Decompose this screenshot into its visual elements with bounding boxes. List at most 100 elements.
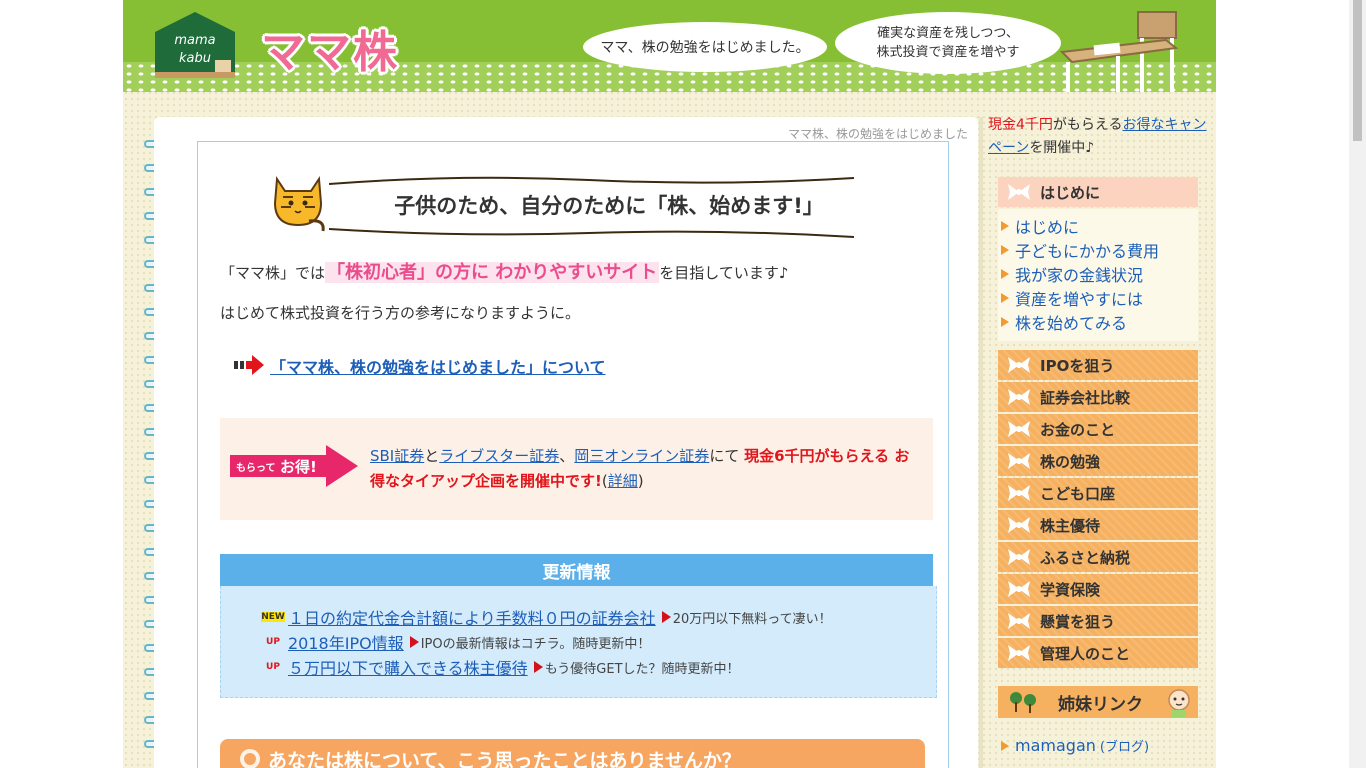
update-note: もう優待GETした？随時更新中！	[544, 661, 740, 677]
sidebar-link-item: 資産を増やすには	[1001, 286, 1143, 310]
category-item-kids-account[interactable]: こども口座	[998, 478, 1198, 508]
sidebar-link[interactable]: はじめに	[1015, 214, 1079, 238]
category-label: ふるさと納税	[1040, 548, 1131, 567]
promo-badge-big: お得!	[280, 458, 317, 476]
hajime-link-list: はじめに 子どもにかかる費用 我が家の金銭状況 資産を増やすには 株を始めてみる	[998, 209, 1198, 341]
orange-triangle-icon	[1001, 740, 1009, 751]
update-link[interactable]: 2018年IPO情報	[288, 630, 404, 654]
intro-line: 「ママ株」では 「株初心者」の方に わかりやすいサイト を目指しています♪	[220, 258, 788, 284]
sbi-link[interactable]: SBI証券	[370, 447, 424, 465]
triangle-icon	[533, 661, 543, 673]
circle-icon	[240, 749, 260, 768]
category-item-furusato[interactable]: ふるさと納税	[998, 542, 1198, 572]
campaign-post: を開催中♪	[1029, 140, 1095, 156]
ribbon-icon	[1008, 581, 1030, 597]
category-label: お金のこと	[1040, 420, 1116, 439]
bubble-2-line2: 株式投資で資産を増やす	[876, 45, 1020, 60]
category-item-brokers[interactable]: 証券会社比較	[998, 382, 1198, 412]
updates-heading: 更新情報	[220, 554, 933, 586]
triangle-icon	[409, 636, 419, 648]
ribbon-icon	[1008, 389, 1030, 405]
updates-list: NEW １日の約定代金合計額により手数料０円の証券会社 20万円以下無料って凄い…	[220, 586, 937, 698]
sidebar-link-item: 我が家の金銭状況	[1001, 262, 1143, 286]
category-item-prizes[interactable]: 懸賞を狙う	[998, 606, 1198, 636]
logo-house-icon[interactable]: mama kabu	[151, 10, 239, 82]
promo-badge: もらって お得!	[230, 445, 358, 487]
ribbon-icon	[1008, 517, 1030, 533]
page-caption: ママ株、株の勉強をはじめました	[787, 127, 968, 141]
site-header: mama kabu ママ株 ママ、株の勉強をはじめました。 確実な資産を残しつつ…	[123, 0, 1216, 92]
category-item-study[interactable]: 株の勉強	[998, 446, 1198, 476]
update-link[interactable]: １日の約定代金合計額により手数料０円の証券会社	[288, 605, 656, 629]
question-heading: あなたは株について、こう思ったことはありませんか？	[220, 739, 925, 768]
about-site-link[interactable]: 「ママ株、株の勉強をはじめました」について	[270, 354, 606, 378]
bubble-2-text: 確実な資産を残しつつ、 株式投資で資産を増やす	[876, 24, 1019, 62]
content-edge	[979, 117, 983, 768]
logo-text-mama: mama	[174, 33, 215, 48]
livestar-link[interactable]: ライブスター証券	[439, 447, 559, 465]
mamagan-note: (ブログ)	[1099, 740, 1150, 755]
category-label: 懸賞を狙う	[1040, 612, 1116, 631]
sidebar-link-item: 子どもにかかる費用	[1001, 238, 1159, 262]
triangle-icon	[661, 611, 671, 623]
sidebar-link[interactable]: 資産を増やすには	[1015, 286, 1143, 310]
sister-links-heading-text: 姉妹リンク	[1058, 694, 1143, 715]
update-link[interactable]: ５万円以下で購入できる株主優待	[288, 655, 528, 679]
orange-triangle-icon	[1001, 269, 1009, 279]
promo-badge-small: もらって	[236, 462, 276, 474]
orange-triangle-icon	[1001, 221, 1009, 231]
category-label: 管理人のこと	[1040, 644, 1131, 663]
logo-text-kabu: kabu	[179, 51, 211, 66]
mamagan-link[interactable]: mamagan	[1015, 736, 1096, 755]
promo-box: もらって お得! SBI証券とライブスター証券、岡三オンライン証券にて 現金6千…	[220, 418, 933, 520]
up-badge: UP	[266, 662, 280, 672]
sidebar-link-item: 株を始めてみる	[1001, 310, 1127, 334]
bubble-2-line1: 確実な資産を残しつつ、	[877, 26, 1019, 41]
intro-line-2: はじめて株式投資を行う方の参考になりますように。	[220, 304, 581, 322]
trees-icon	[1010, 692, 1036, 713]
site-title[interactable]: ママ株	[261, 16, 399, 80]
ribbon-icon	[1008, 549, 1030, 565]
new-badge: NEW	[261, 612, 285, 622]
banner-top-line	[329, 176, 854, 185]
category-item-money[interactable]: お金のこと	[998, 414, 1198, 444]
ribbon-icon	[1008, 421, 1030, 437]
bubble-1-text: ママ、株の勉強をはじめました。	[600, 40, 810, 56]
up-badge: UP	[266, 637, 280, 647]
category-label: IPOを狙う	[1040, 356, 1115, 375]
sidebar-link[interactable]: 株を始めてみる	[1015, 310, 1127, 334]
promo-ni: にて	[709, 447, 740, 465]
sidebar-link-item: はじめに	[1001, 214, 1079, 238]
banner-bottom-line	[329, 228, 854, 238]
cat-icon	[273, 176, 325, 232]
category-item-admin[interactable]: 管理人のこと	[998, 638, 1198, 668]
baby-icon	[1168, 689, 1190, 717]
question-text: あなたは株について、こう思ったことはありませんか？	[268, 749, 741, 768]
hajime-heading: はじめに	[998, 177, 1198, 207]
update-item: UP 2018年IPO情報 IPOの最新情報はコチラ。随時更新中！	[261, 631, 650, 653]
update-note: 20万円以下無料って凄い！	[672, 611, 832, 627]
update-note: IPOの最新情報はコチラ。随時更新中！	[420, 636, 651, 652]
sidebar-link[interactable]: 我が家の金銭状況	[1015, 262, 1143, 286]
orange-triangle-icon	[1001, 293, 1009, 303]
campaign-amount: 現金4千円	[988, 117, 1053, 133]
category-label: 証券会社比較	[1040, 388, 1131, 407]
page-scrollbar[interactable]	[1349, 0, 1366, 768]
category-item-ipo[interactable]: IPOを狙う	[998, 350, 1198, 380]
sister-links-heading: 姉妹リンク	[998, 686, 1198, 718]
ribbon-icon	[1008, 184, 1030, 200]
category-menu: IPOを狙う 証券会社比較 お金のこと 株の勉強 こども口座 株主優待 ふるさと…	[998, 350, 1198, 668]
detail-link[interactable]: 詳細	[608, 472, 638, 490]
intro-pre: 「ママ株」では	[220, 264, 326, 282]
orange-triangle-icon	[1001, 245, 1009, 255]
category-item-benefits[interactable]: 株主優待	[998, 510, 1198, 540]
okasan-link[interactable]: 岡三オンライン証券	[574, 447, 709, 465]
category-item-insurance[interactable]: 学資保険	[998, 574, 1198, 604]
scrollbar-thumb[interactable]	[1353, 0, 1362, 141]
ribbon-icon	[1008, 613, 1030, 629]
intro-post: を目指しています♪	[659, 264, 789, 282]
update-item: UP ５万円以下で購入できる株主優待 もう優待GETした？随時更新中！	[261, 655, 740, 679]
category-label: 学資保険	[1040, 580, 1101, 599]
sidebar-link[interactable]: 子どもにかかる費用	[1015, 238, 1159, 262]
ribbon-icon	[1008, 453, 1030, 469]
